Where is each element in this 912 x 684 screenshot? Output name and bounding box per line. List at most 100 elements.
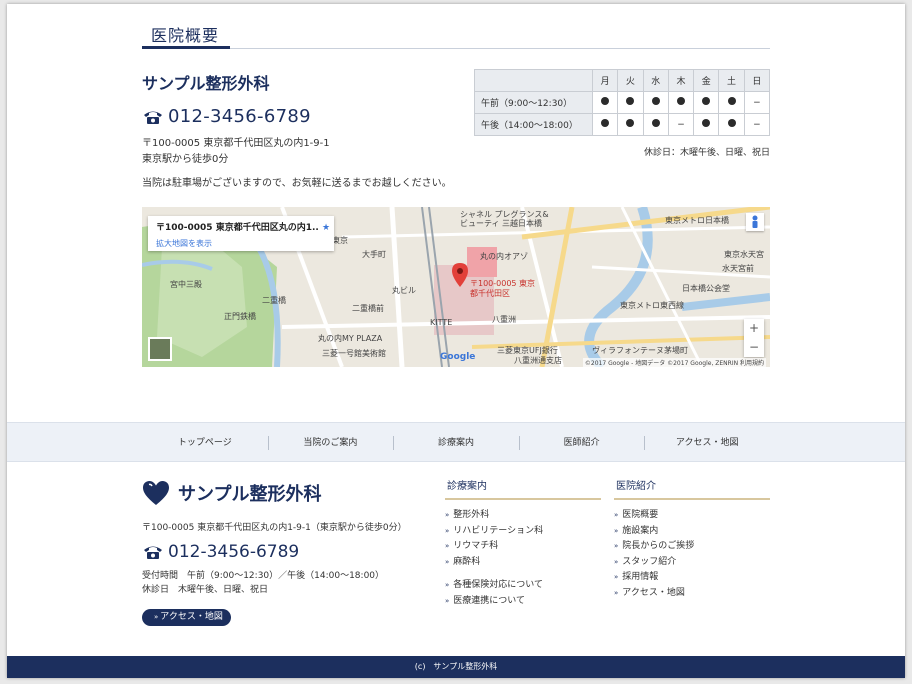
day-header: 木 bbox=[667, 69, 695, 92]
phone-number: 012-3456-6789 bbox=[168, 106, 311, 127]
open-dot-icon bbox=[651, 119, 660, 127]
footer-link[interactable]: » アクセス・地図 bbox=[614, 586, 770, 602]
map-label: 東京水天宮 bbox=[724, 250, 764, 259]
map-label: 東京メトロ日本橋 bbox=[665, 216, 729, 225]
day-header: 日 bbox=[743, 69, 771, 92]
map-label: KITTE bbox=[430, 318, 453, 327]
footer-link[interactable]: » 各種保険対応について bbox=[445, 578, 601, 594]
hours-cell: − bbox=[667, 113, 695, 136]
footer-link[interactable]: » 麻酔科 bbox=[445, 555, 601, 571]
map-pin-label: 〒100-0005 東京 都千代田区 bbox=[470, 279, 536, 298]
hours-cell bbox=[617, 113, 644, 136]
hours-cell bbox=[591, 91, 619, 114]
map-label: ビューティ 三越日本橋 bbox=[460, 219, 543, 228]
clinic-phone[interactable]: 012-3456-6789 bbox=[142, 106, 311, 127]
google-map[interactable]: シャネル プレグランス& ビューティ 三越日本橋 東京メトロ日本橋 大手町 丸の… bbox=[142, 207, 770, 367]
arrow-right-icon: » bbox=[614, 557, 619, 566]
footer-link[interactable]: » 院長からのご挨拶 bbox=[614, 539, 770, 555]
open-dot-icon bbox=[651, 97, 660, 105]
clinic-address: 〒100-0005 東京都千代田区丸の内1-9-1 bbox=[142, 138, 330, 149]
open-dot-icon bbox=[601, 97, 610, 105]
day-header: 火 bbox=[617, 69, 644, 92]
footer-link[interactable]: » 採用情報 bbox=[614, 570, 770, 586]
footer-closed-days: 休診日 木曜午後、日曜、祝日 bbox=[142, 585, 269, 595]
map-label: 正門鉄橋 bbox=[224, 312, 256, 321]
footer-link[interactable]: » リハビリテーション科 bbox=[445, 524, 601, 540]
hours-cell bbox=[591, 113, 619, 136]
open-dot-icon bbox=[702, 97, 711, 105]
arrow-right-icon: » bbox=[614, 588, 619, 597]
arrow-right-icon: » bbox=[445, 596, 450, 605]
footer-address: 〒100-0005 東京都千代田区丸の内1-9-1（東京駅から徒歩0分） bbox=[142, 523, 407, 533]
copyright-bar: (c) サンプル整形外科 bbox=[7, 656, 905, 678]
hours-table: 月 火 水 木 金 土 日 午前（9:00〜12:30） − 午後（14:00〜… bbox=[474, 69, 771, 136]
pegman-icon bbox=[752, 215, 758, 228]
nav-item-access[interactable]: アクセス・地図 bbox=[644, 423, 770, 463]
footer-link[interactable]: » リウマチ科 bbox=[445, 539, 601, 555]
hours-row-label: 午前（9:00〜12:30） bbox=[474, 91, 593, 114]
map-label: 宮中三殿 bbox=[170, 280, 202, 289]
hours-corner bbox=[474, 69, 593, 92]
access-map-button-label: アクセス・地図 bbox=[160, 612, 223, 622]
map-label: 日本橋公会堂 bbox=[682, 284, 730, 293]
heart-icon bbox=[143, 481, 169, 505]
map-attribution[interactable]: ©2017 Google - 地図データ ©2017 Google, ZENRI… bbox=[582, 358, 766, 367]
open-dot-icon bbox=[727, 97, 736, 105]
hours-row-label: 午後（14:00〜18:00） bbox=[474, 113, 593, 136]
open-dot-icon bbox=[676, 97, 685, 105]
access-map-button[interactable]: » アクセス・地図 bbox=[142, 609, 231, 626]
footer-link[interactable]: » 医療連携について bbox=[445, 594, 601, 610]
footer-link[interactable]: » 整形外科 bbox=[445, 508, 601, 524]
map-label: ヴィラフォンテーヌ茅場町 bbox=[592, 346, 688, 355]
nav-item-treatment[interactable]: 診療案内 bbox=[393, 423, 519, 463]
footer-reception-hours: 受付時間 午前（9:00〜12:30）／午後（14:00〜18:00） bbox=[142, 571, 385, 581]
street-view-icon[interactable] bbox=[746, 213, 764, 231]
section-header: 医院概要 bbox=[142, 22, 770, 49]
hours-cell bbox=[642, 113, 669, 136]
map-label: 東京メトロ東西線 bbox=[620, 301, 684, 310]
larger-map-link[interactable]: 拡大地図を表示 bbox=[156, 238, 326, 249]
arrow-right-icon: » bbox=[154, 613, 159, 621]
nav-item-about[interactable]: 当院のご案内 bbox=[267, 423, 394, 463]
clinic-address-block: 〒100-0005 東京都千代田区丸の内1-9-1 東京駅から徒歩0分 bbox=[142, 136, 330, 168]
hours-cell bbox=[693, 91, 720, 114]
hours-cell bbox=[718, 113, 745, 136]
zoom-out-button[interactable]: − bbox=[744, 338, 764, 357]
satellite-toggle[interactable] bbox=[148, 337, 172, 361]
nav-item-top[interactable]: トップページ bbox=[142, 423, 268, 463]
arrow-right-icon: » bbox=[614, 573, 619, 581]
map-label: 二重橋前 bbox=[352, 304, 384, 313]
zoom-in-button[interactable]: + bbox=[744, 319, 764, 338]
map-label: 八重洲 bbox=[492, 315, 516, 324]
open-dot-icon bbox=[626, 119, 635, 127]
hours-row-am: 午前（9:00〜12:30） − bbox=[474, 91, 771, 114]
clinic-name: サンプル整形外科 bbox=[142, 74, 270, 93]
arrow-right-icon: » bbox=[445, 557, 450, 566]
footer-link[interactable]: » 医院概要 bbox=[614, 508, 770, 524]
arrow-right-icon: » bbox=[614, 542, 619, 550]
nav-item-doctors[interactable]: 医師紹介 bbox=[518, 423, 645, 463]
hours-row-pm: 午後（14:00〜18:00） − − bbox=[474, 113, 771, 136]
map-label: 丸の内MY PLAZA bbox=[318, 334, 383, 343]
hours-cell bbox=[718, 91, 745, 114]
day-header: 金 bbox=[693, 69, 720, 92]
arrow-right-icon: » bbox=[445, 511, 450, 519]
footer-col-title: 医院紹介 bbox=[614, 477, 770, 500]
footer-phone[interactable]: 012-3456-6789 bbox=[142, 542, 299, 562]
footer-logo[interactable]: サンプル整形外科 bbox=[142, 480, 321, 506]
star-icon[interactable]: ★ bbox=[322, 223, 330, 233]
section-title: 医院概要 bbox=[142, 22, 230, 49]
open-dot-icon bbox=[626, 97, 635, 105]
map-label: 丸ビル bbox=[392, 286, 416, 295]
open-dot-icon bbox=[601, 119, 610, 127]
map-card-address: 〒100-0005 東京都千代田区丸の内1.. ★ bbox=[156, 223, 331, 233]
footer-link[interactable]: » 施設案内 bbox=[614, 524, 770, 540]
hours-cell: − bbox=[743, 113, 771, 136]
footer-hours: 受付時間 午前（9:00〜12:30）／午後（14:00〜18:00） 休診日 … bbox=[142, 569, 384, 597]
clinic-access: 東京駅から徒歩0分 bbox=[142, 154, 229, 165]
hours-cell bbox=[617, 91, 644, 114]
footer-link[interactable]: » スタッフ紹介 bbox=[614, 555, 770, 571]
hours-cell: − bbox=[743, 91, 771, 114]
footer-col-treatment: 診療案内 » 整形外科 » リハビリテーション科 » リウマチ科 » 麻酔科 » 各種保険… bbox=[445, 477, 601, 609]
hours-cell bbox=[642, 91, 669, 114]
